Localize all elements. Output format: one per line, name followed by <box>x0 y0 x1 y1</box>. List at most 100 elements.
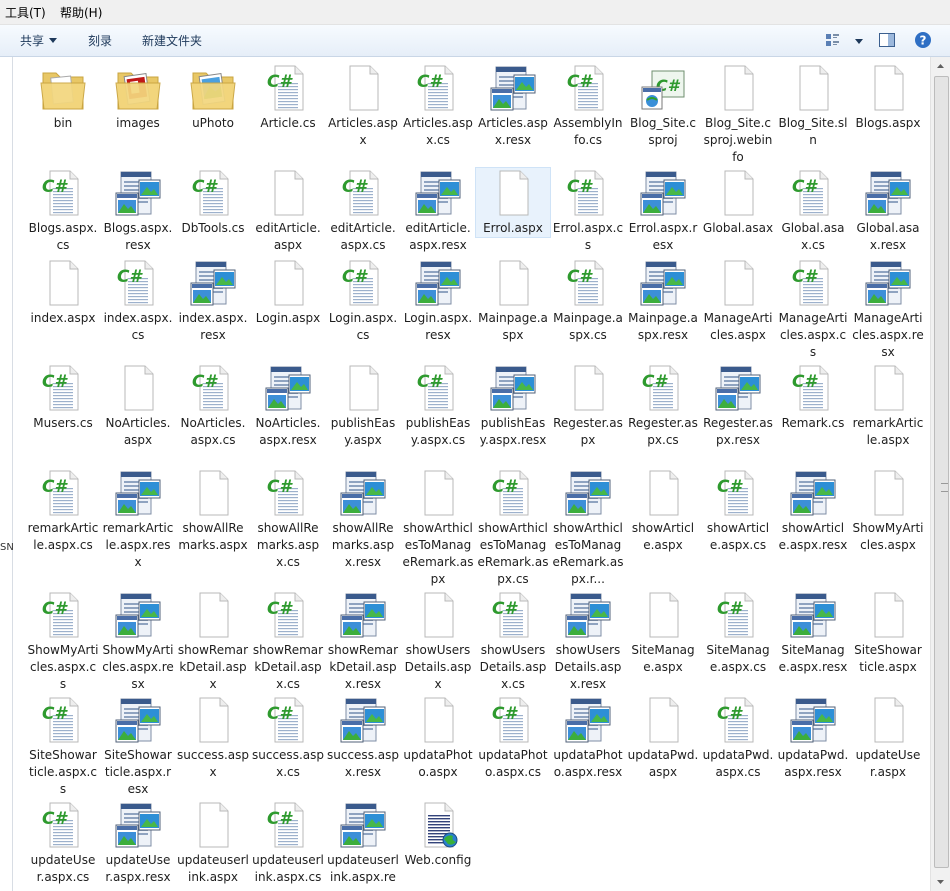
file-item[interactable]: Global.asax.resx <box>851 168 925 254</box>
file-item[interactable]: showUsersDetails.aspx <box>401 590 475 693</box>
file-item[interactable]: C# SiteShowarticle.aspx.cs <box>26 695 100 798</box>
file-item[interactable]: C# editArticle.aspx.cs <box>326 168 400 254</box>
new-folder-button[interactable]: 新建文件夹 <box>142 32 202 49</box>
file-item[interactable]: remarkArticle.aspx <box>851 363 925 449</box>
file-item[interactable]: updateUser.aspx.resx <box>101 800 175 886</box>
vertical-scrollbar[interactable] <box>930 57 950 891</box>
file-item[interactable]: C# ManageArticles.aspx.cs <box>776 258 850 361</box>
scrollbar-thumb[interactable] <box>934 76 949 868</box>
file-item[interactable]: showArticle.aspx <box>626 468 700 554</box>
file-item[interactable]: C# updateuserlink.aspx.cs <box>251 800 325 886</box>
file-item[interactable]: Articles.aspx.resx <box>476 63 550 149</box>
file-item[interactable]: C# success.aspx.cs <box>251 695 325 781</box>
file-item[interactable]: showArthiclesToManageRemark.aspx.r... <box>551 468 625 588</box>
file-item[interactable]: C# Articles.aspx.cs <box>401 63 475 149</box>
file-item[interactable]: C# index.aspx.cs <box>101 258 175 344</box>
file-item[interactable]: C# showUsersDetails.aspx.cs <box>476 590 550 693</box>
file-item[interactable]: C# Global.asax.cs <box>776 168 850 254</box>
file-item[interactable]: showAllRemarks.aspx.resx <box>326 468 400 571</box>
file-item[interactable]: editArticle.aspx.resx <box>401 168 475 254</box>
file-item[interactable]: Regester.aspx.resx <box>701 363 775 449</box>
file-item[interactable]: Blog_Site.sln <box>776 63 850 149</box>
file-item[interactable]: updataPwd.aspx <box>626 695 700 781</box>
file-item[interactable]: showUsersDetails.aspx.resx <box>551 590 625 693</box>
help-icon[interactable]: ? <box>914 31 932 49</box>
view-dropdown-icon[interactable] <box>855 39 863 44</box>
file-item[interactable]: C# Remark.cs <box>776 363 850 432</box>
file-item[interactable]: SiteShowarticle.aspx.resx <box>101 695 175 798</box>
file-item[interactable]: Regester.aspx <box>551 363 625 449</box>
file-item[interactable]: index.aspx <box>26 258 100 327</box>
file-item[interactable]: Errol.aspx <box>475 167 551 238</box>
menu-help[interactable]: 帮助(H) <box>60 4 102 21</box>
file-item[interactable]: ManageArticles.aspx <box>701 258 775 344</box>
view-options-icon[interactable] <box>824 31 842 49</box>
file-item[interactable]: C# Regester.aspx.cs <box>626 363 700 449</box>
file-item[interactable]: C# showArticle.aspx.cs <box>701 468 775 554</box>
file-item[interactable]: updataPwd.aspx.resx <box>776 695 850 781</box>
file-list-view[interactable]: bin images uPhoto C# Article.cs Articles.aspx… <box>13 57 930 891</box>
file-item[interactable]: C# ShowMyArticles.aspx.cs <box>26 590 100 693</box>
file-item[interactable]: Blogs.aspx.resx <box>101 168 175 254</box>
file-item[interactable]: C# updateUser.aspx.cs <box>26 800 100 886</box>
file-item[interactable]: C# updataPwd.aspx.cs <box>701 695 775 781</box>
file-item[interactable]: bin <box>26 63 100 132</box>
file-item[interactable]: C# Errol.aspx.cs <box>551 168 625 254</box>
menu-tools[interactable]: 工具(T) <box>5 4 46 21</box>
file-item[interactable]: C# NoArticles.aspx.cs <box>176 363 250 449</box>
file-item[interactable]: Mainpage.aspx.resx <box>626 258 700 344</box>
file-item[interactable]: Web.config <box>401 800 475 869</box>
file-item[interactable]: C# DbTools.cs <box>176 168 250 237</box>
file-item[interactable]: showRemarkDetail.aspx.resx <box>326 590 400 693</box>
file-item[interactable]: showAllRemarks.aspx <box>176 468 250 554</box>
file-item[interactable]: C# Blogs.aspx.cs <box>26 168 100 254</box>
file-item[interactable]: success.aspx.resx <box>326 695 400 781</box>
file-item[interactable]: updateUser.aspx <box>851 695 925 781</box>
file-item[interactable]: publishEasy.aspx <box>326 363 400 449</box>
file-item[interactable]: C# AssemblyInfo.cs <box>551 63 625 149</box>
file-item[interactable]: updataPhoto.aspx.resx <box>551 695 625 781</box>
file-item[interactable]: Blog_Site.csproj.webinfo <box>701 63 775 166</box>
file-item[interactable]: showArthiclesToManageRemark.aspx <box>401 468 475 588</box>
file-item[interactable]: C# remarkArticle.aspx.cs <box>26 468 100 554</box>
file-item[interactable]: C# SiteManage.aspx.cs <box>701 590 775 676</box>
share-button[interactable]: 共享 <box>20 32 58 49</box>
file-item[interactable]: images <box>101 63 175 132</box>
file-item[interactable]: updateuserlink.aspx <box>176 800 250 886</box>
file-item[interactable]: Errol.aspx.resx <box>626 168 700 254</box>
file-item[interactable]: Login.aspx <box>251 258 325 327</box>
file-item[interactable]: updateuserlink.aspx.resx <box>326 800 400 891</box>
file-item[interactable]: SiteManage.aspx <box>626 590 700 676</box>
file-item[interactable]: updataPhoto.aspx <box>401 695 475 781</box>
file-item[interactable]: SiteShowarticle.aspx <box>851 590 925 676</box>
scroll-down-icon[interactable] <box>933 874 948 889</box>
file-item[interactable]: C# Musers.cs <box>26 363 100 432</box>
file-item[interactable]: C# showArthiclesToManageRemark.aspx.cs <box>476 468 550 588</box>
file-item[interactable]: C# publishEasy.aspx.cs <box>401 363 475 449</box>
preview-pane-icon[interactable] <box>878 31 896 49</box>
file-item[interactable]: Login.aspx.resx <box>401 258 475 344</box>
file-item[interactable]: showRemarkDetail.aspx <box>176 590 250 693</box>
file-item[interactable]: showArticle.aspx.resx <box>776 468 850 554</box>
navigation-pane[interactable]: SN <box>0 57 14 891</box>
file-item[interactable]: C# updataPhoto.aspx.cs <box>476 695 550 781</box>
file-item[interactable]: editArticle.aspx <box>251 168 325 254</box>
file-item[interactable]: uPhoto <box>176 63 250 132</box>
file-item[interactable]: Global.asax <box>701 168 775 237</box>
file-item[interactable]: ShowMyArticles.aspx <box>851 468 925 554</box>
file-item[interactable]: C# Mainpage.aspx.cs <box>551 258 625 344</box>
file-item[interactable]: ManageArticles.aspx.resx <box>851 258 925 361</box>
file-item[interactable]: C# showAllRemarks.aspx.cs <box>251 468 325 571</box>
file-item[interactable]: success.aspx <box>176 695 250 781</box>
file-item[interactable]: Mainpage.aspx <box>476 258 550 344</box>
file-item[interactable]: NoArticles.aspx <box>101 363 175 449</box>
burn-button[interactable]: 刻录 <box>88 32 112 49</box>
scroll-up-icon[interactable] <box>933 59 948 74</box>
file-item[interactable]: Articles.aspx <box>326 63 400 149</box>
file-item[interactable]: C# Login.aspx.cs <box>326 258 400 344</box>
file-item[interactable]: C# Blog_Site.csproj <box>626 63 700 149</box>
file-item[interactable]: SiteManage.aspx.resx <box>776 590 850 676</box>
file-item[interactable]: ShowMyArticles.aspx.resx <box>101 590 175 693</box>
file-item[interactable]: C# showRemarkDetail.aspx.cs <box>251 590 325 693</box>
file-item[interactable]: index.aspx.resx <box>176 258 250 344</box>
